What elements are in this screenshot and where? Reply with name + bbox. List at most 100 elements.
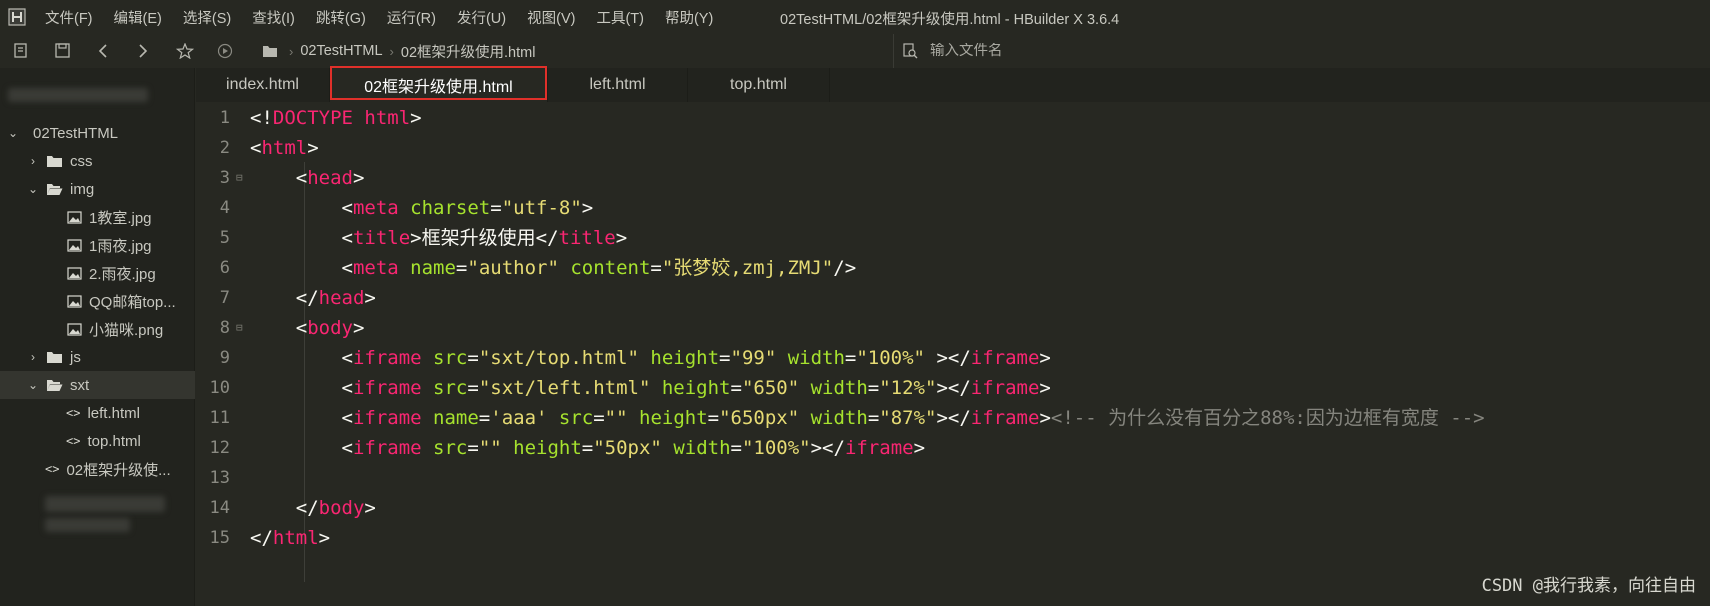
- code-token: meta: [352, 197, 411, 219]
- menu-publish[interactable]: 发行(U): [457, 7, 506, 28]
- code-token: =: [478, 407, 491, 429]
- breadcrumb: › 02TestHTML › 02框架升级使用.html: [262, 34, 535, 68]
- tab-left-html[interactable]: left.html: [548, 68, 688, 102]
- file-search-input[interactable]: [930, 43, 1430, 59]
- tree-file-image[interactable]: 1教室.jpg: [0, 203, 195, 231]
- code-line[interactable]: 8 ⊟ <body>: [196, 313, 1710, 343]
- code-line[interactable]: 11 <iframe name='aaa' src="" height="650…: [196, 403, 1710, 433]
- code-token: title: [352, 227, 411, 249]
- menu-run[interactable]: 运行(R): [387, 7, 436, 28]
- code-token: "12%": [879, 377, 937, 399]
- new-file-icon[interactable]: [12, 43, 30, 59]
- code-token: >: [364, 287, 376, 309]
- code-token: =: [844, 347, 857, 369]
- chevron-down-icon: ⌄: [7, 126, 19, 140]
- code-line[interactable]: 14 </body>: [196, 493, 1710, 523]
- code-line[interactable]: 6 <meta name="author" content="张梦姣,zmj,Z…: [196, 253, 1710, 283]
- forward-icon[interactable]: [134, 43, 152, 59]
- line-number: 13: [209, 468, 230, 488]
- tree-folder-css[interactable]: › css: [0, 147, 195, 175]
- line-number: 4: [219, 198, 230, 218]
- code-line[interactable]: 10 <iframe src="sxt/left.html" height="6…: [196, 373, 1710, 403]
- code-token: width: [661, 437, 731, 459]
- code-token: head: [307, 167, 353, 189]
- tree-item-label: 1雨夜.jpg: [89, 237, 152, 255]
- code-line[interactable]: 13: [196, 463, 1710, 493]
- menu-find[interactable]: 查找(I): [252, 7, 295, 28]
- tree-folder-sxt[interactable]: ⌄ sxt: [0, 371, 195, 399]
- code-line[interactable]: 15 </html>: [196, 523, 1710, 553]
- code-line[interactable]: 2 <html>: [196, 133, 1710, 163]
- tree-file-image[interactable]: 1雨夜.jpg: [0, 231, 195, 259]
- code-line[interactable]: 4 <meta charset="utf-8">: [196, 193, 1710, 223]
- code-token: iframe: [352, 437, 434, 459]
- code-line[interactable]: 12 <iframe src="" height="50px" width="1…: [196, 433, 1710, 463]
- blurred-region: [8, 88, 148, 102]
- fold-toggle-icon[interactable]: ⊟: [236, 163, 243, 193]
- code-text: <head>: [250, 163, 365, 193]
- code-token: iframe: [970, 347, 1040, 369]
- menu-tools[interactable]: 工具(T): [596, 7, 644, 28]
- code-editor[interactable]: 1 <!DOCTYPE html> 2 <html> 3 ⊟ <head> 4 <meta …: [196, 102, 1710, 606]
- tree-project-root[interactable]: ⌄ 02TestHTML: [0, 119, 195, 147]
- tree-file-html[interactable]: <> top.html: [0, 427, 195, 455]
- menu-bar: 文件(F) 编辑(E) 选择(S) 查找(I) 跳转(G) 运行(R) 发行(U…: [0, 0, 1710, 34]
- tree-file-image[interactable]: 2.雨夜.jpg: [0, 259, 195, 287]
- menu-view[interactable]: 视图(V): [527, 7, 575, 28]
- save-icon[interactable]: [54, 43, 72, 59]
- tab-frame-upgrade[interactable]: 02框架升级使用.html: [330, 68, 548, 102]
- chevron-right-icon: ›: [31, 154, 35, 168]
- code-token: ></: [810, 437, 845, 459]
- code-token: >: [410, 227, 422, 249]
- tab-top-html[interactable]: top.html: [688, 68, 830, 102]
- back-icon[interactable]: [95, 43, 113, 59]
- code-token: </: [250, 497, 319, 519]
- code-token: "100%": [741, 437, 811, 459]
- tree-folder-js[interactable]: › js: [0, 343, 195, 371]
- code-token: >: [615, 227, 628, 249]
- fold-toggle-icon[interactable]: ⊟: [236, 313, 243, 343]
- html-file-icon: <>: [66, 434, 81, 448]
- menu-select[interactable]: 选择(S): [183, 7, 231, 28]
- tab-index-html[interactable]: index.html: [196, 68, 330, 102]
- code-line[interactable]: 1 <!DOCTYPE html>: [196, 103, 1710, 133]
- code-token: =: [581, 437, 594, 459]
- tree-file-html[interactable]: <> left.html: [0, 399, 195, 427]
- tree-item-label: QQ邮箱top...: [89, 293, 176, 311]
- menu-goto[interactable]: 跳转(G): [316, 7, 366, 28]
- code-token: width: [799, 407, 868, 429]
- tree-project-label: 02TestHTML: [33, 124, 119, 142]
- hbuilder-logo-icon: [8, 8, 26, 26]
- code-token: </: [250, 287, 319, 309]
- code-line[interactable]: 5 <title>框架升级使用</title>: [196, 223, 1710, 253]
- tree-folder-img[interactable]: ⌄ img: [0, 175, 195, 203]
- tree-file-image[interactable]: QQ邮箱top...: [0, 287, 195, 315]
- code-token: "87%": [879, 407, 937, 429]
- code-line[interactable]: 3 ⊟ <head>: [196, 163, 1710, 193]
- code-token: >: [1039, 347, 1051, 369]
- tree-file-image[interactable]: 小猫咪.png: [0, 315, 195, 343]
- menu-file[interactable]: 文件(F): [45, 7, 93, 28]
- code-token: >: [913, 437, 926, 459]
- run-icon[interactable]: [216, 43, 234, 59]
- code-token: <: [250, 197, 353, 219]
- menu-edit[interactable]: 编辑(E): [114, 7, 162, 28]
- code-token: =: [719, 347, 731, 369]
- code-token: "650": [741, 377, 800, 399]
- star-icon[interactable]: [176, 43, 194, 59]
- code-token: html: [272, 527, 319, 549]
- code-token: "": [478, 437, 502, 459]
- code-line[interactable]: 9 <iframe src="sxt/top.html" height="99"…: [196, 343, 1710, 373]
- menu-help[interactable]: 帮助(Y): [665, 7, 713, 28]
- code-line[interactable]: 7 </head>: [196, 283, 1710, 313]
- breadcrumb-project[interactable]: 02TestHTML: [300, 43, 382, 59]
- tree-item-label: 小猫咪.png: [89, 321, 164, 339]
- breadcrumb-file[interactable]: 02框架升级使用.html: [401, 41, 536, 62]
- tree-file-html[interactable]: <> 02框架升级使...: [0, 455, 195, 483]
- tree-item-label: 2.雨夜.jpg: [89, 265, 156, 283]
- code-token: =: [593, 407, 605, 429]
- folder-icon: [263, 46, 277, 57]
- line-number: 11: [209, 408, 230, 428]
- code-token: >: [352, 317, 365, 339]
- code-token: html: [261, 137, 308, 159]
